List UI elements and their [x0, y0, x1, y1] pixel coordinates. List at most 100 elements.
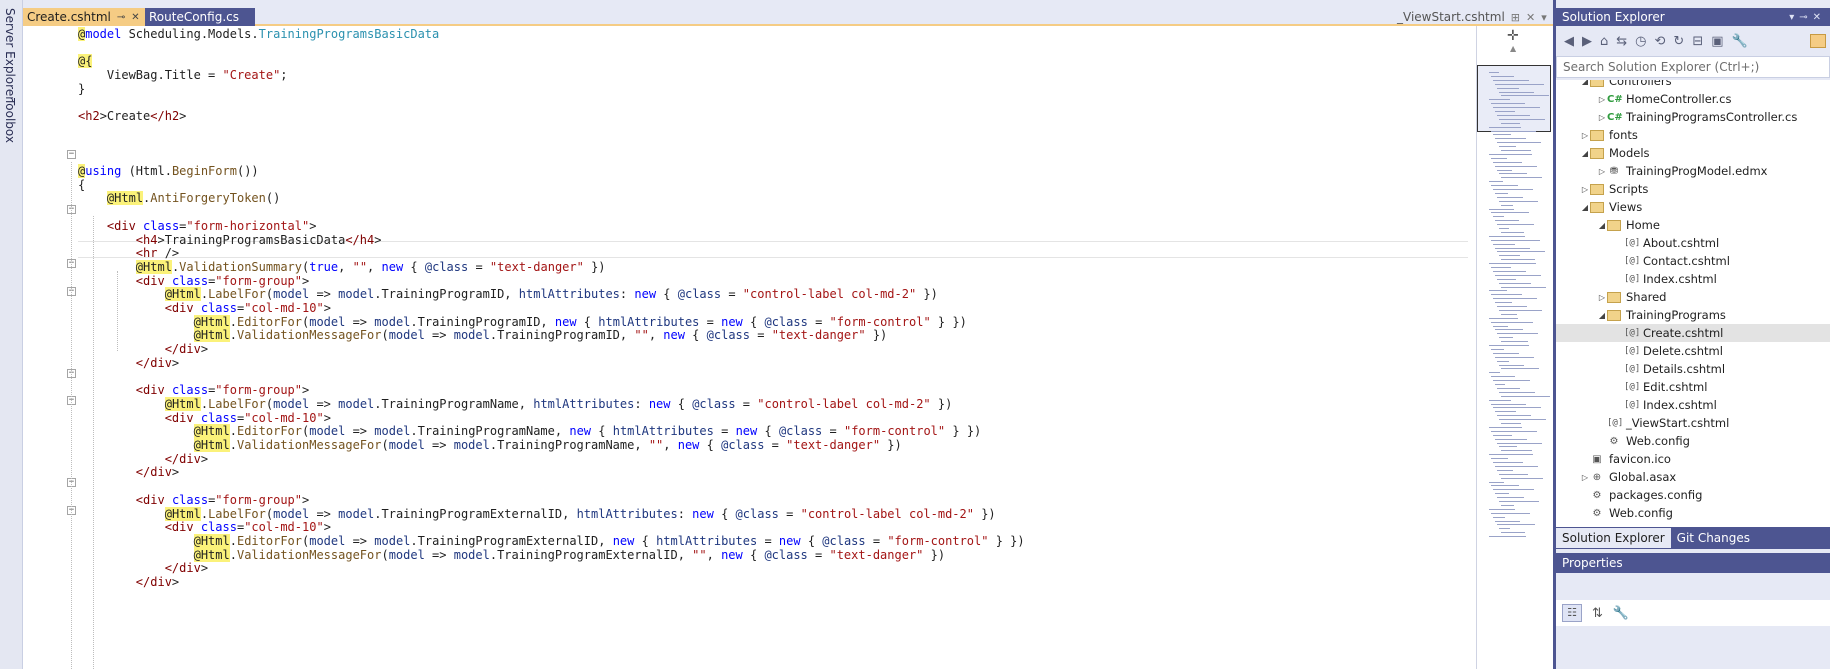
solution-tree-item[interactable]: [@] About.cshtml — [1556, 234, 1719, 252]
collapsed-arrow-icon[interactable]: ▷ — [1597, 167, 1607, 176]
properties-icon[interactable]: 🔧 — [1732, 34, 1748, 49]
property-pages-icon[interactable]: 🔧 — [1613, 606, 1629, 621]
minimap-line — [1489, 181, 1503, 183]
solution-tree-item[interactable]: [@] Delete.cshtml — [1556, 342, 1723, 360]
solution-tree-item[interactable]: [@] Index.cshtml — [1556, 270, 1717, 288]
solution-tree-item[interactable]: ▷ C# TrainingProgramsController.cs — [1556, 108, 1797, 126]
solution-tree-item[interactable]: ⚙ Web.config — [1556, 432, 1690, 450]
tool-window-tabs: Solution Explorer Git Changes — [1556, 527, 1830, 549]
refresh-icon[interactable]: ↻ — [1673, 34, 1684, 49]
preview-selected-icon[interactable] — [1810, 34, 1826, 48]
home-icon[interactable]: ⌂ — [1600, 34, 1608, 49]
solution-tree-item[interactable]: ▷ Shared — [1556, 288, 1667, 306]
close-icon[interactable]: ✕ — [1526, 11, 1535, 24]
collapse-all-icon[interactable]: ⊟ — [1692, 34, 1703, 49]
solution-tree-item[interactable]: ⚙ Web.config — [1556, 504, 1673, 522]
close-icon[interactable]: ✕ — [1813, 12, 1826, 23]
code-line[interactable]: @using (Html.BeginForm()) — [78, 163, 259, 179]
code-line[interactable]: </div> — [78, 464, 179, 480]
solution-tree-item[interactable]: ⚙ packages.config — [1556, 486, 1703, 504]
tab-routeconfig-cs[interactable]: RouteConfig.cs — [145, 8, 255, 26]
solution-tree-item[interactable]: ▷ C# HomeController.cs — [1556, 90, 1732, 108]
solution-tree-item[interactable]: [@] Contact.cshtml — [1556, 252, 1730, 270]
preview-tab[interactable]: _ViewStart.cshtml ⊞ ✕ ▾ ⚙ — [1397, 8, 1563, 26]
expanded-arrow-icon[interactable]: ◢ — [1580, 149, 1590, 158]
solution-tree-item[interactable]: [@] Details.cshtml — [1556, 360, 1725, 378]
minimap-line — [1497, 169, 1512, 171]
collapse-using-icon[interactable]: − — [67, 150, 76, 159]
pin-icon[interactable]: ⊸ — [117, 12, 125, 23]
tree-item-label: fonts — [1609, 128, 1638, 142]
solution-tree-item[interactable]: ▷ ⊕ Global.asax — [1556, 468, 1676, 486]
collapsed-arrow-icon[interactable]: ▷ — [1580, 473, 1590, 482]
solution-tree-item[interactable]: [@] _ViewStart.cshtml — [1556, 414, 1729, 432]
split-icon[interactable]: ✛ — [1507, 28, 1519, 44]
code-line[interactable]: </div> — [78, 355, 179, 371]
forward-icon[interactable]: ▶ — [1582, 34, 1592, 49]
toolbox-tab[interactable]: Toolbox — [3, 98, 17, 143]
code-line[interactable]: ViewBag.Title = "Create"; — [78, 67, 288, 83]
expanded-arrow-icon[interactable]: ◢ — [1580, 203, 1590, 212]
minimap-line — [1489, 72, 1499, 73]
dropdown-icon[interactable]: ▾ — [1789, 12, 1799, 23]
tree-item-label: Details.cshtml — [1643, 362, 1726, 376]
collapsed-arrow-icon[interactable]: ▷ — [1580, 185, 1590, 194]
code-editor[interactable]: − − − − − − − − @model Scheduling.Models… — [23, 26, 1476, 669]
pending-changes-icon[interactable]: ◷ — [1635, 34, 1646, 49]
alphabetical-icon[interactable]: ⇅ — [1592, 606, 1603, 621]
tree-item-label: HomeController.cs — [1626, 92, 1732, 106]
code-line[interactable]: @Html.AntiForgeryToken() — [78, 190, 280, 206]
server-explorer-tab[interactable]: Server Explorer — [3, 8, 17, 101]
tab-solution-explorer[interactable]: Solution Explorer — [1556, 528, 1671, 548]
switch-views-icon[interactable]: ⇆ — [1616, 34, 1627, 49]
collapsed-arrow-icon[interactable]: ▷ — [1597, 113, 1607, 122]
minimap-line — [1499, 501, 1539, 502]
solution-tree-item[interactable]: ▣ favicon.ico — [1556, 450, 1671, 468]
solution-tree-item[interactable]: ◢ TrainingPrograms — [1556, 306, 1726, 324]
expanded-arrow-icon[interactable]: ◢ — [1597, 221, 1607, 230]
tree-item-label: Models — [1609, 146, 1650, 160]
expanded-arrow-icon[interactable]: ◢ — [1580, 80, 1590, 86]
folder-icon — [1607, 291, 1621, 303]
minimap-line — [1491, 130, 1536, 132]
solution-tree-item[interactable]: [@] Edit.cshtml — [1556, 378, 1707, 396]
collapsed-arrow-icon[interactable]: ▷ — [1597, 293, 1607, 302]
solution-tree-item[interactable]: ▷ fonts — [1556, 126, 1638, 144]
minimap-line — [1491, 294, 1522, 296]
sync-icon[interactable]: ⟲ — [1655, 34, 1666, 49]
back-icon[interactable]: ◀ — [1564, 34, 1574, 49]
code-line[interactable]: </div> — [78, 574, 179, 590]
razor-file-icon: [@] — [1624, 363, 1641, 374]
folder-icon — [1590, 80, 1604, 87]
dropdown-icon[interactable]: ▾ — [1541, 11, 1547, 24]
collapsed-arrow-icon[interactable]: ▷ — [1597, 95, 1607, 104]
code-line[interactable]: <h2>Create</h2> — [78, 108, 186, 124]
solution-tree-item[interactable]: ◢ Views — [1556, 198, 1642, 216]
solution-tree-item[interactable]: ▷ ⛃ TrainingProgModel.edmx — [1556, 162, 1768, 180]
solution-tree-item[interactable]: ◢ Models — [1556, 144, 1650, 162]
code-line[interactable]: @Html.ValidationMessageFor(model => mode… — [78, 547, 945, 563]
solution-tree-item[interactable]: ▷ Scripts — [1556, 180, 1648, 198]
code-line[interactable]: @model Scheduling.Models.TrainingProgram… — [78, 26, 439, 42]
solution-tree-item[interactable]: ◢ Home — [1556, 216, 1660, 234]
minimap-line — [1493, 270, 1526, 272]
pin-icon[interactable]: ⊸ — [1799, 12, 1812, 23]
solution-tree-item[interactable]: [@] Index.cshtml — [1556, 396, 1717, 414]
keep-open-icon[interactable]: ⊞ — [1511, 11, 1520, 24]
minimap-line — [1493, 298, 1537, 300]
categorized-icon[interactable]: ☷ — [1562, 604, 1582, 622]
code-line[interactable]: } — [78, 81, 85, 97]
tab-git-changes[interactable]: Git Changes — [1671, 528, 1756, 548]
editor-minimap-scrollbar[interactable]: ✛ ▲ — [1476, 26, 1553, 669]
tree-item-label: TrainingPrograms — [1626, 308, 1726, 322]
solution-search-input[interactable]: Search Solution Explorer (Ctrl+;) — [1556, 56, 1830, 78]
show-all-files-icon[interactable]: ▣ — [1711, 34, 1723, 49]
solution-tree-item[interactable]: ◢ Controllers — [1556, 80, 1672, 90]
expanded-arrow-icon[interactable]: ◢ — [1597, 311, 1607, 320]
collapsed-arrow-icon[interactable]: ▷ — [1580, 131, 1590, 140]
close-icon[interactable]: ✕ — [131, 12, 139, 23]
scroll-up-icon[interactable]: ▲ — [1510, 44, 1516, 53]
tab-create-cshtml[interactable]: Create.cshtml ⊸ ✕ — [23, 8, 153, 26]
solution-tree-item[interactable]: [@] Create.cshtml — [1556, 324, 1830, 342]
tree-item-label: Edit.cshtml — [1643, 380, 1708, 394]
